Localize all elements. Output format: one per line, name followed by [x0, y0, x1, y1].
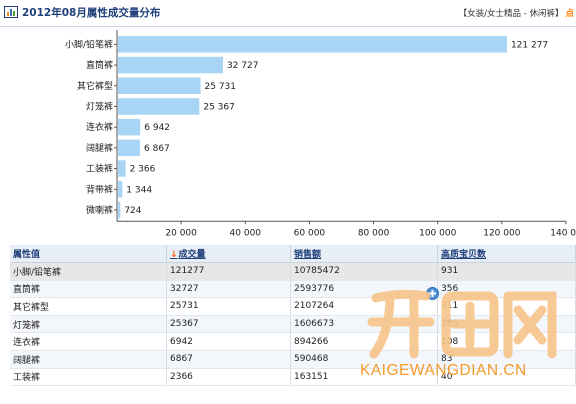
column-header-sales[interactable]: 销售额 [290, 245, 438, 263]
data-label: 6 942 [144, 123, 170, 133]
category-label: 阔腿裤 [86, 142, 113, 154]
breadcrumb-text[interactable]: 【女装/女士精品 - 休闲裤】 [459, 9, 564, 19]
bar [118, 56, 223, 74]
data-label: 1 344 [126, 185, 152, 195]
category-label: 工装裤 [86, 163, 113, 175]
column-header-volume-label[interactable]: 成交量 [179, 250, 206, 260]
page-title: 2012年08月属性成交量分布 [22, 7, 161, 19]
column-header-attribute[interactable]: 属性值 [10, 245, 167, 263]
x-tick-label: 40 000 [230, 228, 262, 238]
category-label: 小脚/铅笔裤 [65, 38, 113, 50]
distribution-chart: 小脚/铅笔裤 121 277 直筒裤 32 727 其它裤型 25 731 灯笼裤 25 36… [0, 27, 576, 241]
x-tick-label: 20 000 [165, 228, 197, 238]
bar [118, 36, 507, 53]
attribute-table: 属性值 ↓成交量 销售额 高质宝贝数 小脚/铅笔裤 121277 10785472 9… [10, 245, 576, 387]
data-label: 6 867 [144, 144, 170, 154]
cell-quality-items: 311 [437, 297, 576, 316]
cell-attribute: 其它裤型 [10, 297, 167, 316]
cell-sales: 1606673 [290, 315, 438, 334]
cell-sales: 590468 [290, 350, 438, 369]
table-body: 小脚/铅笔裤 121277 10785472 931 直筒裤 32727 2593776 35… [10, 262, 576, 387]
bar [118, 201, 121, 219]
cell-attribute: 小脚/铅笔裤 [10, 262, 167, 281]
cell-quality-items: 83 [437, 350, 576, 369]
x-tick-label: 140 00 [550, 228, 576, 238]
category-label: 直筒裤 [86, 59, 113, 71]
breadcrumb-tail[interactable]: 点 [565, 9, 574, 19]
category-label: 其它裤型 [77, 80, 113, 92]
bar-chart-icon [4, 6, 18, 18]
page-header: 2012年08月属性成交量分布 【女装/女士精品 - 休闲裤】点 [0, 0, 576, 27]
cell-attribute: 连衣裤 [10, 332, 167, 351]
bar [118, 77, 201, 94]
x-tick-label: 60 000 [294, 228, 326, 238]
cell-quality-items: 265 [437, 315, 576, 334]
down-arrow-icon: ↓ [170, 250, 178, 260]
bar [118, 98, 200, 115]
add-icon[interactable] [426, 287, 439, 300]
bar [118, 160, 126, 177]
bar [118, 139, 141, 157]
x-tick-label: 100 000 [419, 228, 456, 238]
table-row[interactable]: 阔腿裤 6867 590468 83 [10, 350, 576, 369]
table-row[interactable]: 工装裤 2366 163151 40 [10, 368, 576, 387]
cell-sales: 2593776 [290, 280, 438, 299]
cell-sales: 163151 [290, 368, 438, 387]
category-label: 微喇裤 [86, 204, 113, 216]
cell-attribute: 直筒裤 [10, 280, 167, 299]
cell-sales: 894266 [290, 332, 438, 351]
data-label: 25 731 [205, 82, 237, 92]
cell-sales: 2107264 [290, 297, 438, 316]
table-row[interactable]: 灯笼裤 25367 1606673 265 [10, 315, 576, 334]
cell-sales: 10785472 [290, 262, 438, 281]
cell-volume: 6942 [166, 332, 291, 351]
table-row[interactable]: 小脚/铅笔裤 121277 10785472 931 [10, 262, 576, 281]
category-label: 灯笼裤 [86, 100, 113, 112]
cell-attribute: 阔腿裤 [10, 350, 167, 369]
column-header-volume[interactable]: ↓成交量 [166, 245, 291, 263]
cell-volume: 32727 [166, 280, 291, 299]
data-label: 724 [124, 206, 141, 216]
cell-quality-items: 931 [437, 262, 576, 281]
cell-volume: 2366 [166, 368, 291, 387]
x-tick-label: 80 000 [358, 228, 390, 238]
cell-volume: 6867 [166, 350, 291, 369]
category-label: 连衣裤 [86, 121, 113, 133]
data-label: 121 277 [511, 40, 548, 50]
cell-attribute: 灯笼裤 [10, 315, 167, 334]
bar [118, 181, 123, 198]
category-breadcrumb[interactable]: 【女装/女士精品 - 休闲裤】点 [459, 7, 574, 19]
data-label: 25 367 [203, 102, 235, 112]
cell-quality-items: 40 [437, 368, 576, 387]
cell-volume: 25731 [166, 297, 291, 316]
cell-volume: 25367 [166, 315, 291, 334]
cell-volume: 121277 [166, 262, 291, 281]
table-header-row: 属性值 ↓成交量 销售额 高质宝贝数 [10, 245, 576, 263]
cell-quality-items: 108 [437, 332, 576, 351]
category-label: 背带裤 [86, 183, 113, 195]
bar-chart: 小脚/铅笔裤 121 277 直筒裤 32 727 其它裤型 25 731 灯笼裤 25 36… [65, 30, 576, 238]
data-label: 2 366 [130, 165, 156, 175]
table-row[interactable]: 其它裤型 25731 2107264 311 [10, 297, 576, 316]
x-tick-label: 120 000 [483, 228, 520, 238]
data-label: 32 727 [227, 61, 258, 71]
bar [118, 118, 141, 136]
table-row[interactable]: 直筒裤 32727 2593776 356 [10, 280, 576, 299]
cell-quality-items: 356 [437, 280, 576, 299]
table-row[interactable]: 连衣裤 6942 894266 108 [10, 332, 576, 351]
cell-attribute: 工装裤 [10, 368, 167, 387]
column-header-quality-items[interactable]: 高质宝贝数 [437, 245, 576, 263]
